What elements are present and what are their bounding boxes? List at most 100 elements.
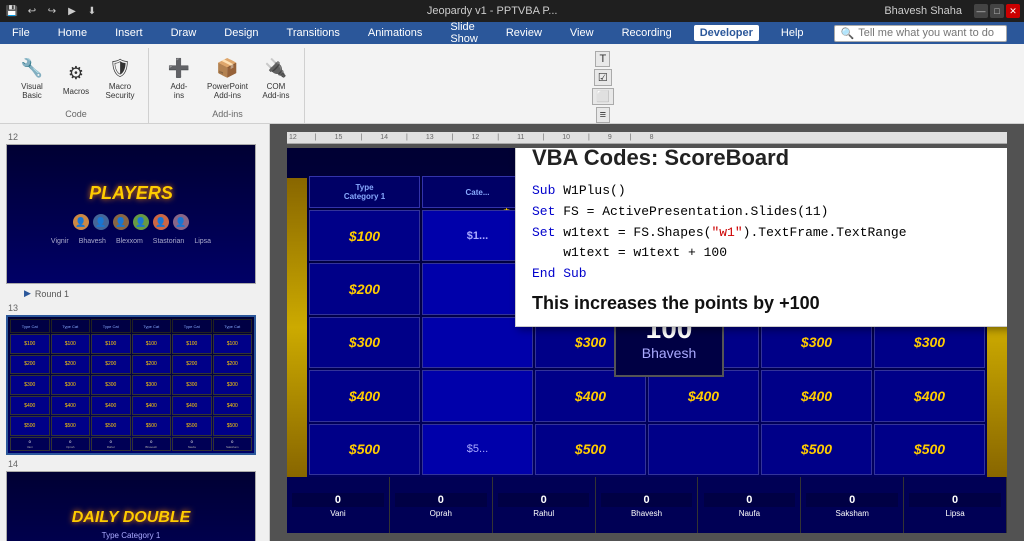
cell-5-400[interactable]: $400 <box>761 370 872 421</box>
tab-recording[interactable]: Recording <box>616 25 678 41</box>
macros-button[interactable]: ⚙ Macros <box>56 59 96 98</box>
thumb-players-title: PLAYERS <box>89 183 173 204</box>
tab-review[interactable]: Review <box>500 25 548 41</box>
player-naufa: 0 Naufa <box>698 477 801 533</box>
score-naufa: 0 <box>704 493 796 507</box>
cell-3-400[interactable]: $400 <box>535 370 646 421</box>
tab-help[interactable]: Help <box>775 25 810 41</box>
slide-thumb-14[interactable]: 14 DAILY DOUBLE Type Category 1 <box>6 459 263 541</box>
titlebar: 💾 ↩ ↪ ▶ ⬇ Jeopardy v1 - PPTVBA P... Bhav… <box>0 0 1024 22</box>
tab-developer[interactable]: Developer <box>694 25 759 41</box>
code-line-5: End Sub <box>532 264 998 285</box>
player-vani: 0 Vani <box>287 477 390 533</box>
app-title: Jeopardy v1 - PPTVBA P... <box>104 5 880 17</box>
round1-marker: ▶ Round 1 <box>24 288 263 299</box>
avatar-5: 👤 <box>153 214 169 230</box>
save-icon[interactable]: 💾 <box>4 3 20 19</box>
undo-icon[interactable]: ↩ <box>24 3 40 19</box>
daily-double-title: DAILY DOUBLE <box>65 509 197 527</box>
cell-4-400[interactable]: $400 <box>648 370 759 421</box>
present-icon[interactable]: ▶ <box>64 3 80 19</box>
maximize-button[interactable]: □ <box>990 4 1004 18</box>
score-panel: 0 Vani 0 Oprah 0 Rahul 0 Bhavesh 0 Nau <box>287 477 1007 533</box>
tab-slideshow[interactable]: Slide Show <box>444 19 484 47</box>
listbox-icon[interactable]: ≡ <box>596 107 610 123</box>
addins-group-label: Add-ins <box>212 107 243 121</box>
cell-1-300[interactable]: $300 <box>309 317 420 368</box>
vba-overlay: VBA Codes: ScoreBoard Sub W1Plus() Set F… <box>515 148 1007 327</box>
tab-file[interactable]: File <box>6 25 36 41</box>
score-lipsa: 0 <box>909 493 1001 507</box>
slide-thumb-12[interactable]: 12 PLAYERS 👤 👤 👤 👤 👤 👤 Vignir <box>6 132 263 284</box>
mini-cat-6: Type Cat <box>213 319 253 333</box>
name-naufa: Naufa <box>739 509 760 518</box>
addins-button[interactable]: ➕ Add-ins <box>159 55 199 103</box>
developer-toolbar: 🔧 VisualBasic ⚙ Macros 🛡 MacroSecurity C… <box>0 44 1024 124</box>
cell-1-400[interactable]: $400 <box>309 370 420 421</box>
cell-5-500[interactable]: $500 <box>761 424 872 475</box>
slide-num-14: 14 <box>6 459 263 469</box>
button-icon[interactable]: ⬜ <box>592 88 614 105</box>
code-line-1: Sub W1Plus() <box>532 181 998 202</box>
cell-4-500[interactable] <box>648 424 759 475</box>
addins-group: ➕ Add-ins 📦 PowerPointAdd-ins 🔌 COMAdd-i… <box>151 48 305 123</box>
name-vani: Vani <box>330 509 345 518</box>
redo-icon[interactable]: ↪ <box>44 3 60 19</box>
cell-2-400[interactable] <box>422 370 533 421</box>
mini-score-1: 0 <box>29 439 31 444</box>
mini-cat-2: Type Cat <box>51 319 91 333</box>
mini-name-1: Vani <box>27 445 33 449</box>
slide-img-14: DAILY DOUBLE Type Category 1 <box>6 471 256 541</box>
code-line-2: Set FS = ActivePresentation.Slides(11) <box>532 202 998 223</box>
player-bhavesh: 0 Bhavesh <box>596 477 699 533</box>
cell-2-500[interactable]: $5... <box>422 424 533 475</box>
name-lipsa: Lipsa <box>946 509 965 518</box>
mini-money-1: $100 <box>10 334 50 354</box>
cell-1-100[interactable]: $100 <box>309 210 420 261</box>
code-line-3: Set w1text = FS.Shapes("w1").TextFrame.T… <box>532 223 998 244</box>
slide-thumb-13[interactable]: 13 Type Cat Type Cat Type Cat Type Cat T… <box>6 303 263 455</box>
ppt-addins-button[interactable]: 📦 PowerPointAdd-ins <box>203 55 252 103</box>
name-saksham: Saksham <box>836 509 869 518</box>
player-rahul: 0 Rahul <box>493 477 596 533</box>
text-box-icon[interactable]: T <box>595 51 610 67</box>
visual-basic-button[interactable]: 🔧 VisualBasic <box>12 55 52 103</box>
cell-3-500[interactable]: $500 <box>535 424 646 475</box>
code-group: 🔧 VisualBasic ⚙ Macros 🛡 MacroSecurity C… <box>4 48 149 123</box>
checkbox-icon[interactable]: ☑ <box>594 69 612 86</box>
vba-subtitle: This increases the points by +100 <box>532 293 998 314</box>
tab-home[interactable]: Home <box>52 25 93 41</box>
customize-icon[interactable]: ⬇ <box>84 3 100 19</box>
mini-cat-3: Type Cat <box>91 319 131 333</box>
thumb-avatars: 👤 👤 👤 👤 👤 👤 <box>73 214 189 230</box>
thumb-players-bg: PLAYERS 👤 👤 👤 👤 👤 👤 Vignir Bhavesh Blexx… <box>7 145 255 283</box>
addins-icon: ➕ <box>167 57 191 81</box>
score-bhavesh: 0 <box>601 493 693 507</box>
macro-security-button[interactable]: 🛡 MacroSecurity <box>100 55 140 103</box>
search-bar[interactable]: 🔍 <box>834 25 1008 42</box>
cell-1-500[interactable]: $500 <box>309 424 420 475</box>
com-addins-button[interactable]: 🔌 COMAdd-ins <box>256 55 296 103</box>
cell-1-200[interactable]: $200 <box>309 263 420 314</box>
thumb-player-name-5: Lipsa <box>194 238 211 245</box>
tab-view[interactable]: View <box>564 25 600 41</box>
cell-6-400[interactable]: $400 <box>874 370 985 421</box>
tab-draw[interactable]: Draw <box>165 25 203 41</box>
slide-num-13: 13 <box>6 303 263 313</box>
minimize-button[interactable]: — <box>974 4 988 18</box>
avatar-3: 👤 <box>113 214 129 230</box>
tab-insert[interactable]: Insert <box>109 25 149 41</box>
macro-security-icon: 🛡 <box>108 57 132 81</box>
search-input[interactable] <box>858 27 1000 39</box>
cell-6-500[interactable]: $500 <box>874 424 985 475</box>
com-addins-icon: 🔌 <box>264 57 288 81</box>
tab-design[interactable]: Design <box>218 25 264 41</box>
tab-transitions[interactable]: Transitions <box>281 25 346 41</box>
tab-animations[interactable]: Animations <box>362 25 428 41</box>
ppt-addins-icon: 📦 <box>215 57 239 81</box>
close-button[interactable]: ✕ <box>1006 4 1020 18</box>
avatar-4: 👤 <box>133 214 149 230</box>
name-bhavesh: Bhavesh <box>631 509 662 518</box>
name-oprah: Oprah <box>430 509 452 518</box>
code-group-label: Code <box>65 107 87 121</box>
